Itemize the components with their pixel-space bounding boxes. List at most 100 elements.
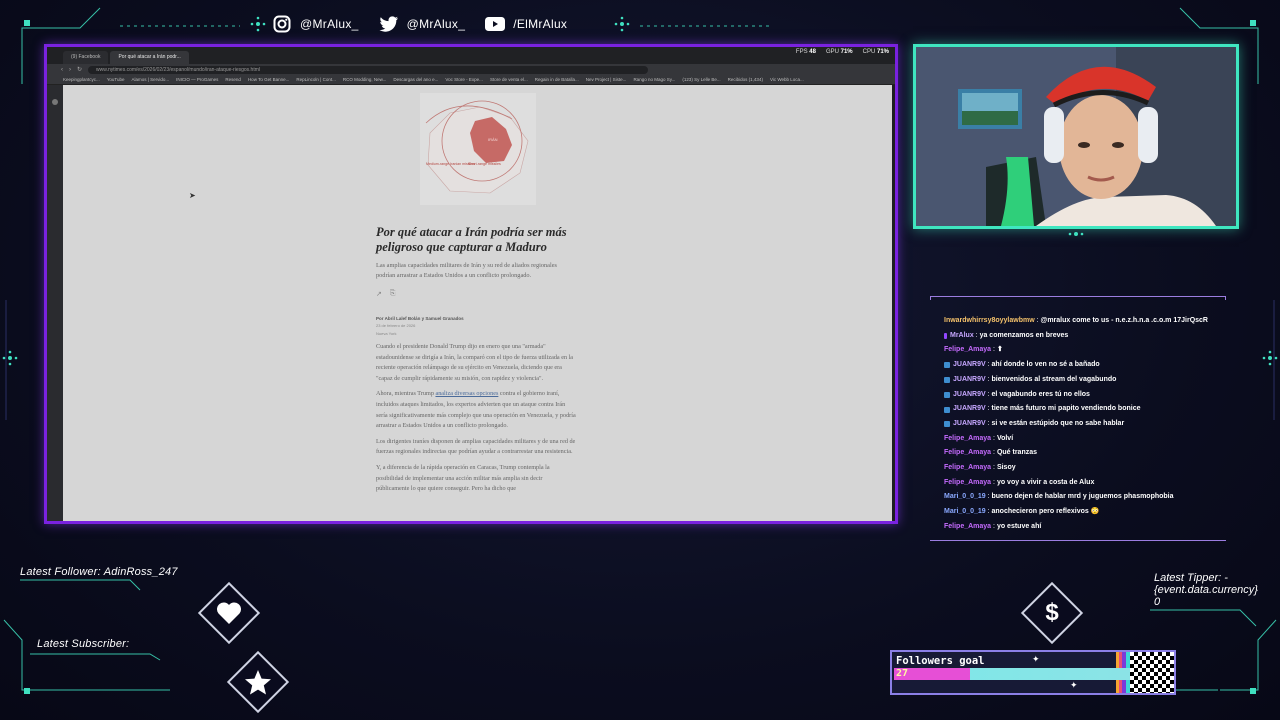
instagram-icon (272, 14, 292, 34)
latest-subscriber-label: Latest Subscriber: (37, 638, 130, 650)
goal-current: 27 (896, 668, 909, 679)
verified-badge-icon (944, 362, 950, 369)
social-youtube[interactable]: /ElMrAlux (485, 14, 567, 34)
share-icon[interactable]: ↗ (376, 290, 382, 298)
chat-text: yo estuve ahí (996, 522, 1042, 530)
verified-badge-icon (944, 377, 950, 384)
bookmark-item[interactable]: Rango no Mago Sy... (633, 77, 675, 82)
bookmark-item[interactable]: (123) Sy Lelle Be... (682, 77, 720, 82)
chat-message: JUANR9V : si ve están estúpido que no sa… (944, 417, 1224, 432)
bookmark-item[interactable]: INICIO — ProGames (176, 77, 218, 82)
article-body: Por qué atacar a Irán podría ser más pel… (376, 225, 576, 495)
article-paragraph: Los dirigentes iraníes disponen de ampli… (376, 437, 576, 456)
back-icon[interactable]: ‹ (61, 67, 63, 73)
article-paragraph: Ahora, mientras Trump analiza diversas o… (376, 390, 576, 430)
chat-username[interactable]: Felipe_Amaya (944, 446, 991, 461)
mouse-cursor-icon: ➤ (189, 191, 196, 200)
chat-text: si ve están estúpido que no sabe hablar (991, 419, 1125, 427)
bookmark-item[interactable]: RepLincoln | Cont... (296, 77, 335, 82)
chat-username[interactable]: Felipe_Amaya (944, 461, 991, 476)
social-bar: @MrAlux_ @MrAlux_ /ElMrAlux (272, 12, 567, 36)
chat-message: Mari_0_0_19 : bueno dejen de hablar mrd … (944, 490, 1224, 505)
chat-username[interactable]: Mari_0_0_19 (944, 490, 986, 505)
chat-username[interactable]: JUANR9V (953, 417, 986, 432)
chat-message: JUANR9V : ahí donde lo ven no sé a bañad… (944, 358, 1224, 373)
verified-badge-icon (944, 421, 950, 428)
bookmark-item[interactable]: Resend (225, 77, 241, 82)
chat-username[interactable]: JUANR9V (953, 373, 986, 388)
youtube-icon (485, 14, 506, 34)
star-icon (236, 660, 280, 704)
chat-text: tiene más futuro mi papito vendiendo bon… (991, 405, 1141, 413)
verified-badge-icon (944, 406, 950, 413)
bookmark-item[interactable]: Store de venta el... (490, 77, 528, 82)
forward-icon[interactable]: › (69, 67, 71, 73)
chat-text: yo voy a vivir a costa de Alux (996, 478, 1095, 486)
dollar-icon: $ (1045, 599, 1059, 626)
chat-text: el vagabundo eres tú no ellos (991, 390, 1090, 398)
chat-message: Inwardwhirrsy8oyylawbmw : @mralux come t… (944, 314, 1224, 329)
chat-message: Felipe_Amaya : Volví (944, 432, 1224, 447)
chat-username[interactable]: Felipe_Amaya (944, 476, 991, 491)
sparkle-icon: ✦ (1032, 654, 1040, 664)
bookmark-item[interactable]: Voc Store - Expe... (445, 77, 483, 82)
article-date: 23 de febrero de 2026 (376, 323, 416, 328)
bookmark-icon[interactable]: ⎘ (390, 290, 396, 298)
bookmark-item[interactable]: Nev Project | Siste... (586, 77, 627, 82)
chat-username[interactable]: JUANR9V (953, 402, 986, 417)
article-location: Nueva York (376, 331, 397, 336)
browser-tab-active[interactable]: Por qué atacar a Irán podr... (110, 51, 189, 64)
latest-follower-label: Latest Follower: AdinRoss_247 (20, 566, 178, 578)
bookmark-item[interactable]: How To Get Banne... (248, 77, 289, 82)
chat-message-list: Inwardwhirrsy8oyylawbmw : @mralux come t… (944, 314, 1224, 535)
chat-panel: Inwardwhirrsy8oyylawbmw : @mralux come t… (930, 296, 1226, 541)
chat-username[interactable]: Felipe_Amaya (944, 343, 991, 358)
goal-title: Followers goal (896, 655, 985, 667)
twitter-handle: @MrAlux_ (406, 17, 466, 31)
chat-username[interactable]: JUANR9V (953, 358, 986, 373)
chat-text: ⬆ (996, 346, 1003, 354)
chat-message: Felipe_Amaya : yo estuve ahí (944, 520, 1224, 535)
social-instagram[interactable]: @MrAlux_ (272, 14, 359, 34)
latest-tipper-label: Latest Tipper: - {event.data.currency} 0 (1154, 572, 1258, 608)
instagram-handle: @MrAlux_ (300, 17, 359, 31)
article-paragraph: Y, a diferencia de la rápida operación e… (376, 463, 550, 493)
browser-tab[interactable]: (9) Facebook (63, 51, 109, 64)
broadcaster-badge-icon (944, 333, 947, 340)
bookmark-item[interactable]: Descargas del ano e... (393, 77, 438, 82)
chat-text: anochecieron pero reflexivos 😳 (991, 508, 1100, 516)
bookmark-item[interactable]: YouTube (107, 77, 125, 82)
article-link[interactable]: analiza diversas opciones (435, 390, 498, 397)
bookmark-item[interactable]: Regain in de Batalla... (535, 77, 579, 82)
chat-message: Felipe_Amaya : Sisoy (944, 461, 1224, 476)
bookmark-item[interactable]: Alamos | Servido... (131, 77, 169, 82)
url-field[interactable]: www.nytimes.com/es/2026/02/23/espanol/mu… (88, 65, 649, 74)
bookmark-item[interactable]: Vic Webb Loca... (770, 77, 804, 82)
article-summary: Las amplias capacidades militares de Irá… (376, 262, 557, 279)
screen-capture: (9) Facebook Por qué atacar a Irán podr.… (44, 44, 898, 524)
bookmark-item[interactable]: Recibidos (1,434) (728, 77, 763, 82)
bookmarks-bar: Keepingplantcyc... YouTube Alamos | Serv… (47, 75, 895, 85)
chat-username[interactable]: Mari_0_0_19 (944, 505, 986, 520)
chat-username[interactable]: JUANR9V (953, 388, 986, 403)
chat-username[interactable]: MrAlux (950, 329, 974, 344)
performance-overlay: FPS 48 GPU 71% CPU 71% (795, 49, 889, 55)
chat-message: JUANR9V : el vagabundo eres tú no ellos (944, 388, 1224, 403)
bookmark-item[interactable]: Keepingplantcyc... (63, 77, 100, 82)
chat-username[interactable]: Felipe_Amaya (944, 520, 991, 535)
bookmark-item[interactable]: RCO Modding, New... (343, 77, 387, 82)
page-viewport[interactable]: IRÁN Medium-range Iranian missiles Short… (63, 85, 892, 521)
webcam-feed (913, 44, 1239, 229)
article-byline: Por Abril Lalef Bolán y Samuel Granados (376, 316, 464, 321)
verified-badge-icon (944, 391, 950, 398)
chat-message: Felipe_Amaya : Qué tranzas (944, 446, 1224, 461)
chat-message: JUANR9V : bienvenidos al stream del vaga… (944, 373, 1224, 388)
chat-text: bienvenidos al stream del vagabundo (991, 375, 1117, 383)
map-label-short: Short-range missiles (468, 162, 501, 166)
browser-address-bar: ‹ › ↻ www.nytimes.com/es/2026/02/23/espa… (47, 64, 895, 75)
social-twitter[interactable]: @MrAlux_ (379, 14, 466, 34)
browser-tabbar: (9) Facebook Por qué atacar a Irán podr.… (47, 47, 895, 64)
chat-username[interactable]: Felipe_Amaya (944, 432, 991, 447)
chat-username[interactable]: Inwardwhirrsy8oyylawbmw (944, 314, 1035, 329)
reload-icon[interactable]: ↻ (77, 66, 82, 73)
